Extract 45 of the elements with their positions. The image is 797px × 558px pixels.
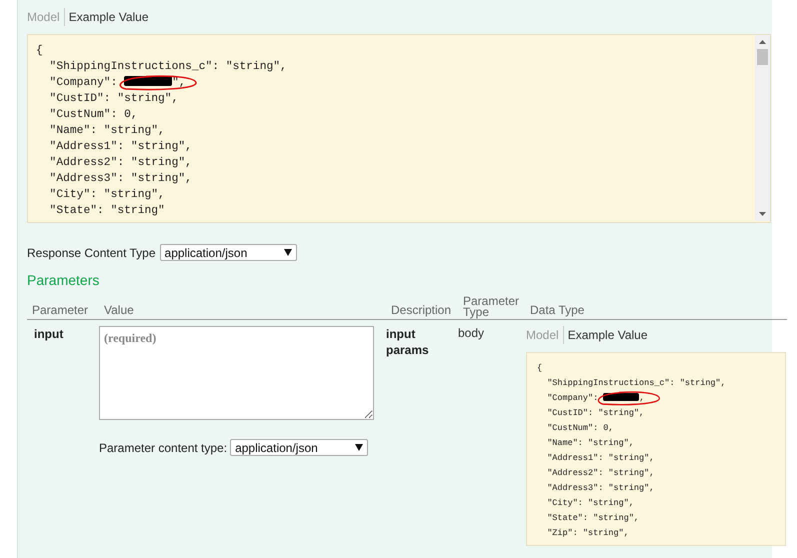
code-line: "Address1": "string", [546,453,654,463]
column-header: Parameter Type [463,296,520,318]
scrollbar[interactable] [755,35,770,221]
code-line: "Address3": "string", [546,483,654,493]
section-title: Parameters [27,272,100,288]
code-line: "Name": "string", [48,125,165,137]
parameter-description: input params [386,326,430,358]
content-type-select[interactable]: application/json [230,439,368,456]
field-label: Response Content Type [27,246,156,260]
code-line: "Address2": "string", [546,468,654,478]
column-header: Data Type [530,303,584,318]
view-tab[interactable]: Example Value [68,8,153,26]
column-header: Value [104,303,134,318]
code-line: "CustNum": 0, [48,109,138,121]
content-type-select[interactable]: application/json [160,244,297,261]
code-line: "Address2": "string", [48,157,192,169]
code-line: "State": "string" [48,205,165,217]
parameter-name: input [34,326,64,342]
code-line: "CustNum": 0, [546,423,614,433]
column-header: Description [391,303,452,318]
code-line: { [537,363,542,373]
value-textarea[interactable]: (required) [99,326,374,420]
column-header: Parameter [32,303,88,318]
code-line: "CustID": "string", [546,408,644,418]
code-line: "Company": [546,393,600,403]
code-line: , [639,393,644,403]
code-line: "State": "string", [546,513,640,523]
code-line: "Address1": "string", [48,141,192,153]
code-line: "Name": "string", [546,438,634,448]
field-label: Parameter content type: [99,440,228,454]
code-line: "ShippingInstructions_c": "string", [546,378,726,388]
parameter-type: body [458,326,484,340]
code-line: "Address3": "string", [48,173,192,185]
code-line: "ShippingInstructions_c": "string", [48,61,287,73]
code-line: { [36,45,43,57]
view-tab[interactable]: Example Value [568,326,652,344]
code-line: "City": "string", [48,189,165,201]
redaction-bar [603,393,640,401]
code-line: "CustID": "string", [48,93,178,105]
code-line: "City": "string", [546,498,634,508]
code-line: ", [172,77,186,89]
caret-icon [355,444,364,451]
code-line: "Zip": "string", [546,528,629,538]
code-line: "Company": [48,77,118,89]
caret-icon [284,249,292,256]
